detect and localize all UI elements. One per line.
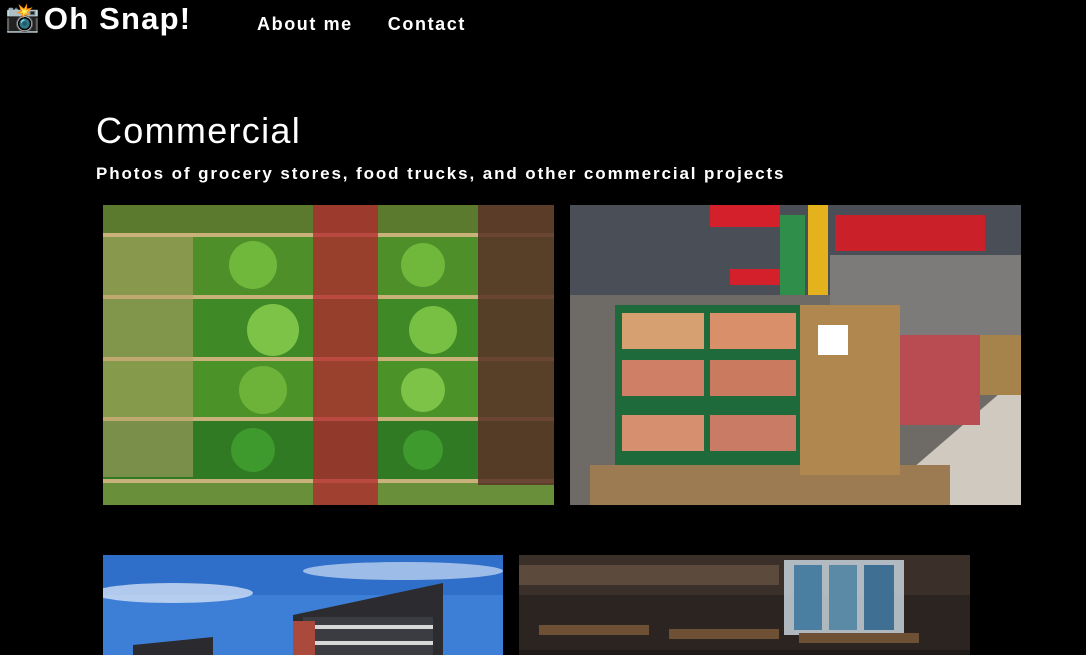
brand-logo-link[interactable]: 📸 Oh Snap!: [5, 0, 191, 36]
produce-shelves-image: [103, 205, 554, 505]
page-subtitle: Photos of grocery stores, food trucks, a…: [96, 164, 786, 183]
nav-link-contact[interactable]: Contact: [388, 14, 466, 35]
page: 📸 Oh Snap! About me Contact Commercial P…: [0, 0, 1086, 655]
photo-supermarket-aisle[interactable]: [570, 205, 1021, 505]
camera-flash-icon: 📸: [5, 2, 40, 33]
photo-produce-shelves[interactable]: [103, 205, 554, 505]
supermarket-aisle-image: [570, 205, 1021, 505]
modern-building-image: [103, 555, 503, 655]
photo-restaurant-interior[interactable]: [519, 555, 970, 655]
page-title: Commercial: [96, 110, 302, 151]
main-nav: About me Contact: [257, 14, 466, 35]
photo-modern-building[interactable]: [103, 555, 503, 655]
brand-name: Oh Snap!: [43, 0, 192, 36]
nav-link-about[interactable]: About me: [257, 14, 353, 35]
restaurant-interior-image: [519, 555, 970, 655]
